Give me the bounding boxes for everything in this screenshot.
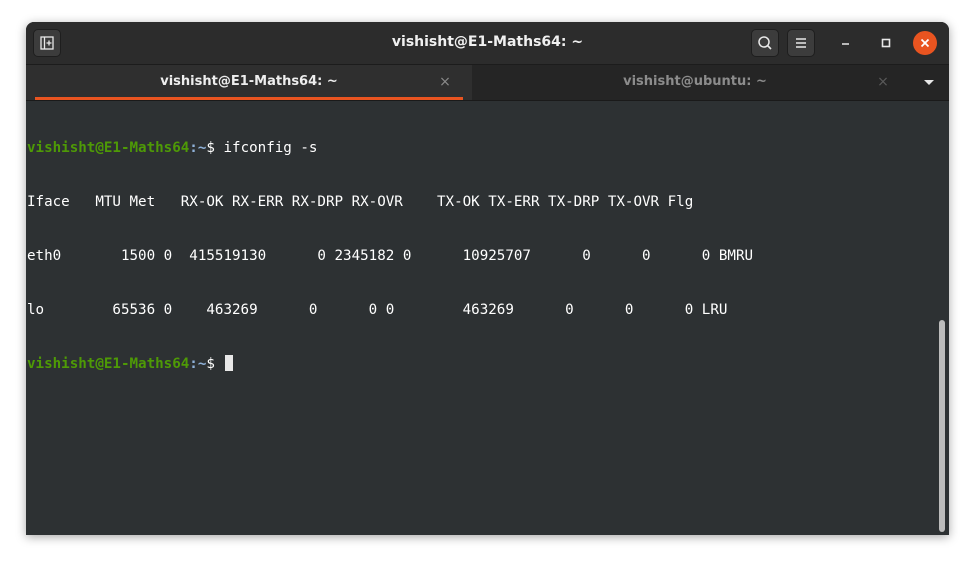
minimize-button[interactable]	[832, 29, 860, 57]
output-line-eth0: eth0 1500 0 415519130 0 2345182 0 109257…	[27, 248, 754, 264]
tab-close-icon[interactable]: ×	[875, 74, 891, 90]
prompt-symbol: $	[206, 356, 224, 372]
minimize-icon	[842, 43, 849, 45]
tab-close-icon[interactable]: ×	[437, 74, 453, 90]
active-tab-indicator	[35, 97, 463, 100]
scrollbar-thumb[interactable]	[939, 320, 945, 532]
prompt-path: :~	[189, 140, 207, 156]
menu-button[interactable]	[787, 29, 815, 57]
command-line: vishisht@E1-Maths64:~$ ifconfig -s	[27, 139, 937, 157]
close-icon	[920, 38, 930, 48]
output-line-header: Iface MTU Met RX-OK RX-ERR RX-DRP RX-OVR…	[27, 194, 694, 210]
close-button[interactable]	[913, 31, 937, 55]
active-prompt-line: vishisht@E1-Maths64:~$	[27, 355, 937, 373]
prompt-user-host: vishisht@E1-Maths64	[27, 356, 190, 372]
prompt-user-host: vishisht@E1-Maths64	[27, 140, 190, 156]
maximize-icon	[881, 38, 891, 48]
tab-ubuntu[interactable]: vishisht@ubuntu: ~ ×	[472, 65, 918, 100]
search-icon	[758, 36, 772, 50]
output-line-lo: lo 65536 0 463269 0 0 0 463269 0 0 0 LRU	[27, 302, 728, 318]
prompt-path: :~	[189, 356, 207, 372]
hamburger-menu-icon	[796, 38, 806, 48]
tab-e1-maths64[interactable]: vishisht@E1-Maths64: ~ ×	[26, 65, 472, 100]
command-text: ifconfig -s	[223, 140, 318, 156]
tab-bar: vishisht@E1-Maths64: ~ × vishisht@ubuntu…	[26, 65, 949, 101]
text-cursor	[225, 355, 234, 371]
chevron-down-icon	[924, 80, 934, 85]
terminal-window: vishisht@E1-Maths64: ~ vishisht@E1-Maths…	[26, 22, 949, 535]
prompt-symbol: $	[206, 140, 224, 156]
maximize-button[interactable]	[872, 29, 900, 57]
tab-label: vishisht@E1-Maths64: ~	[160, 74, 338, 89]
header-bar: vishisht@E1-Maths64: ~	[26, 22, 949, 65]
tabs-dropdown-button[interactable]	[921, 75, 937, 91]
terminal-output[interactable]: vishisht@E1-Maths64:~$ ifconfig -s Iface…	[27, 103, 937, 533]
tab-label: vishisht@ubuntu: ~	[623, 74, 767, 89]
search-button[interactable]	[751, 29, 779, 57]
